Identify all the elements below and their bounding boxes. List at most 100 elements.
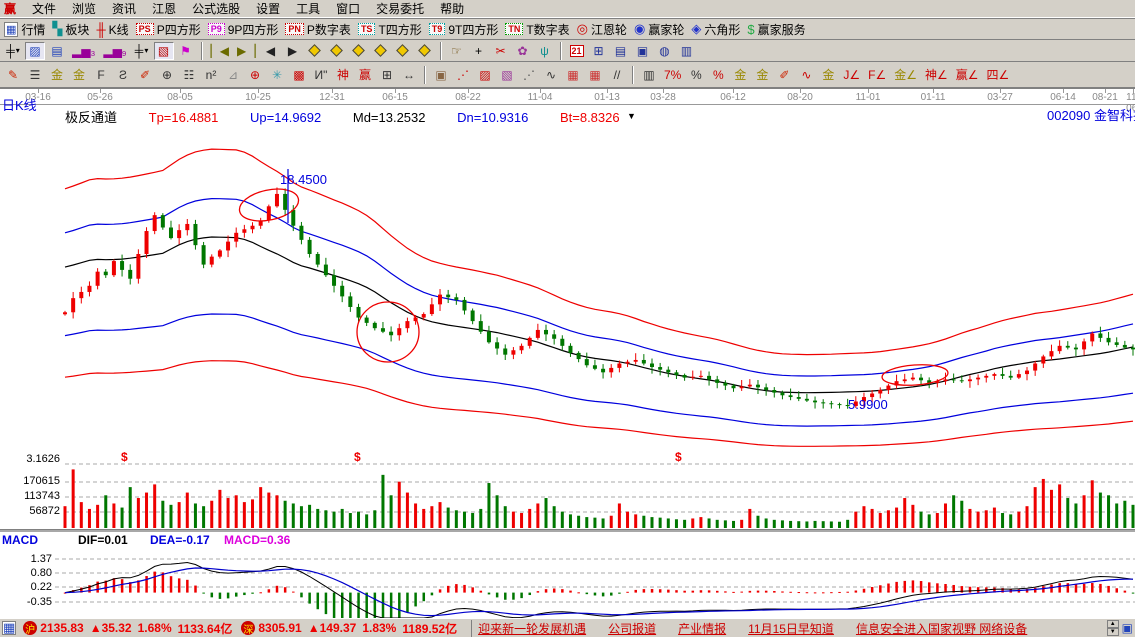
t-square-button[interactable]: TST四方形 <box>358 21 422 38</box>
menu-item-1[interactable]: 浏览 <box>64 0 104 18</box>
gold-circle-button[interactable]: 金 <box>730 66 750 84</box>
spiral-button[interactable]: Ƨ <box>113 66 133 84</box>
parallel-lines-button[interactable]: // <box>607 66 627 84</box>
p-number-table-button[interactable]: PNP数字表 <box>285 21 351 38</box>
data-export-button[interactable]: ◍ <box>655 42 675 60</box>
news-headline-0[interactable]: 迎来新一轮发展机遇 <box>478 620 586 637</box>
price-ruler-button[interactable]: ▥ <box>639 66 659 84</box>
cycle-circle-button[interactable]: ⊕ <box>157 66 177 84</box>
t-number-table-button[interactable]: TNT数字表 <box>505 21 569 38</box>
scroll-down-icon[interactable]: ▼ <box>1107 628 1119 636</box>
menu-item-5[interactable]: 设置 <box>248 0 288 18</box>
quote-table-icon[interactable]: ▦ <box>2 621 16 635</box>
menu-item-9[interactable]: 帮助 <box>432 0 472 18</box>
four-angle-button[interactable]: 四∠ <box>984 66 1013 84</box>
menu-item-3[interactable]: 江恩 <box>144 0 184 18</box>
crosshair-button[interactable]: + <box>469 42 489 60</box>
shen-tool-button[interactable]: 神 <box>333 66 353 84</box>
quotes-button[interactable]: ▦行情 <box>4 21 45 38</box>
pen2-button[interactable]: ✐ <box>774 66 794 84</box>
n-wave-button[interactable]: И" <box>311 66 331 84</box>
fan-box2-button[interactable]: ▧ <box>497 66 517 84</box>
cut-button[interactable]: ✂ <box>491 42 511 60</box>
shen-angle-button[interactable]: 神∠ <box>922 66 951 84</box>
n-squared-button[interactable]: n² <box>201 66 221 84</box>
h-measure-button[interactable]: ↔ <box>399 66 419 84</box>
palette-button[interactable]: ✿ <box>513 42 533 60</box>
prev-button[interactable]: ◀ <box>261 42 281 60</box>
hline-set-button[interactable]: ☷ <box>179 66 199 84</box>
grid-red2-button[interactable]: ▦ <box>585 66 605 84</box>
zoom-out-button[interactable] <box>393 42 413 60</box>
purple-bars-9-button[interactable]: ▂▅₉ <box>100 42 129 60</box>
calendar-button[interactable]: 21 <box>567 42 587 60</box>
wave-tool-button[interactable]: ∿ <box>541 66 561 84</box>
service-icon[interactable]: ▣ <box>1122 621 1133 635</box>
move-right-button[interactable] <box>327 42 347 60</box>
menu-item-4[interactable]: 公式选股 <box>184 0 248 18</box>
gann-hline-button[interactable]: ☰ <box>25 66 45 84</box>
gold-underline-button[interactable]: 金 <box>818 66 838 84</box>
angle-lines-button[interactable]: ⋰ <box>519 66 539 84</box>
candle-style-button[interactable]: ╪▾ <box>132 42 152 60</box>
kline-button[interactable]: ╫K线 <box>96 21 128 38</box>
gold-line-button[interactable]: 金 <box>752 66 772 84</box>
f-angle-button[interactable]: F∠ <box>865 66 889 84</box>
menu-item-0[interactable]: 文件 <box>24 0 64 18</box>
golden-section2-button[interactable]: 金 <box>69 66 89 84</box>
fibo-f-button[interactable]: F <box>91 66 111 84</box>
save-button[interactable]: ▣ <box>633 42 653 60</box>
gann-fan-button[interactable]: ⋰ <box>453 66 473 84</box>
menu-item-6[interactable]: 工具 <box>288 0 328 18</box>
wave-channel-button[interactable]: ∿ <box>796 66 816 84</box>
scroll-up-icon[interactable]: ▲ <box>1107 620 1119 628</box>
move-left-button[interactable] <box>305 42 325 60</box>
chart-window-button[interactable]: ▨ <box>25 42 45 60</box>
gann-wheel-button[interactable]: ◎江恩轮 <box>577 21 627 38</box>
web-box-button[interactable]: ▩ <box>289 66 309 84</box>
v-zoom-button[interactable] <box>371 42 391 60</box>
menu-item-2[interactable]: 资讯 <box>104 0 144 18</box>
last-page-button[interactable]: ▶▕ <box>234 42 258 60</box>
first-page-button[interactable]: ▏◀ <box>208 42 232 60</box>
ticker-scroll-spinner[interactable]: ▲ ▼ <box>1107 620 1119 636</box>
percent7-button[interactable]: 7% <box>661 66 684 84</box>
ying-tool-button[interactable]: 赢 <box>355 66 375 84</box>
draw-pen-button[interactable]: ✎ <box>3 66 23 84</box>
p-square-button[interactable]: PSP四方形 <box>136 21 201 38</box>
spider-web-button[interactable]: ✳ <box>267 66 287 84</box>
golden-section-button[interactable]: 金 <box>47 66 67 84</box>
winner-service-button[interactable]: $赢家服务 <box>747 21 805 38</box>
gold-angle-button[interactable]: 金∠ <box>891 66 920 84</box>
grid-red-button[interactable]: ▦ <box>563 66 583 84</box>
ying-angle-button[interactable]: 赢∠ <box>953 66 982 84</box>
pattern-button[interactable]: ▧ <box>154 42 174 60</box>
9t-square-button[interactable]: T99T四方形 <box>429 21 499 38</box>
winner-wheel-button[interactable]: ◉赢家轮 <box>634 21 684 38</box>
period-select-button[interactable]: ╪▾ <box>3 42 23 60</box>
menu-item-8[interactable]: 交易委托 <box>368 0 432 18</box>
brain-button[interactable]: ψ <box>535 42 555 60</box>
hexagon-button[interactable]: ◈六角形 <box>691 21 740 38</box>
fan-box-button[interactable]: ▨ <box>475 66 495 84</box>
percent-line-button[interactable]: % <box>708 66 728 84</box>
hand-tool-button[interactable]: ☞ <box>447 42 467 60</box>
chart-area[interactable]: 03-1605-2608-0510-2512-3106-1508-2211-04… <box>0 88 1135 618</box>
9p-square-button[interactable]: P99P四方形 <box>208 21 279 38</box>
period-label[interactable]: 日K线 <box>2 95 37 114</box>
news-headline-1[interactable]: 公司报道 <box>608 620 656 637</box>
percent-button[interactable]: % <box>686 66 706 84</box>
next-button[interactable]: ▶ <box>283 42 303 60</box>
news-headline-2[interactable]: 产业情报 <box>678 620 726 637</box>
menu-item-7[interactable]: 窗口 <box>328 0 368 18</box>
j-angle-button[interactable]: J∠ <box>840 66 863 84</box>
box-measure-button[interactable]: ▣ <box>431 66 451 84</box>
news-headline-3[interactable]: 11月15日早知道 <box>748 620 834 637</box>
purple-bars-3-button[interactable]: ▂▅₃ <box>69 42 98 60</box>
download-button[interactable]: ▥ <box>677 42 697 60</box>
flag-button[interactable]: ⚑ <box>176 42 196 60</box>
h-zoom-button[interactable] <box>349 42 369 60</box>
sectors-button[interactable]: ▚板块 <box>52 21 89 38</box>
news-headline-4[interactable]: 信息安全进入国家视野 网络设备 <box>856 620 1027 637</box>
mirror-button[interactable]: ⊿ <box>223 66 243 84</box>
